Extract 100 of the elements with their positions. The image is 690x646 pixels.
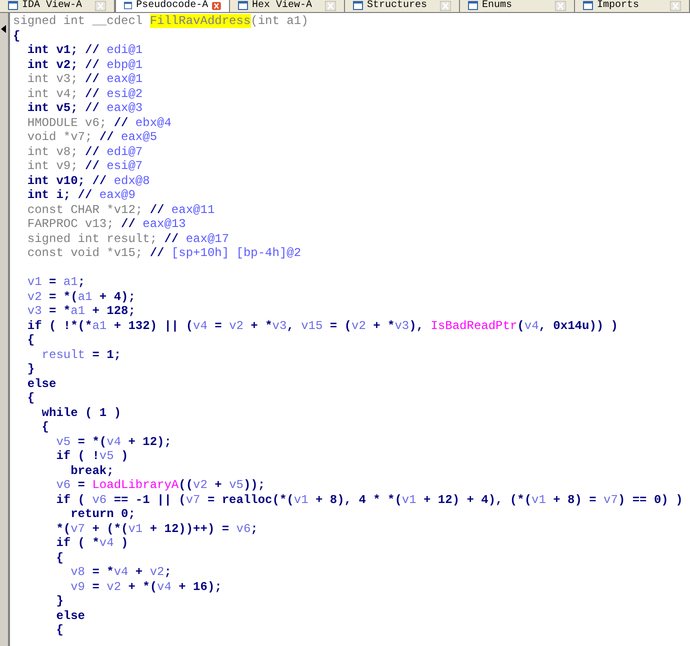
variable-name: v2 (26, 290, 42, 304)
code-comment: [sp+10h] [bp-4h]@2 (170, 246, 302, 260)
variable-name: v1 (532, 492, 546, 506)
code-text: int v9; (26, 159, 78, 173)
code-text: = *( (48, 290, 78, 304)
code-text: + 8) = (552, 492, 598, 506)
variable-name: v9 (70, 580, 86, 594)
tab[interactable]: Imports (575, 0, 690, 12)
code-text: = * (91, 565, 114, 579)
code-text: if ( (55, 492, 86, 506)
variable-name: a1 (92, 318, 107, 332)
close-icon[interactable] (440, 0, 451, 10)
tab-label: Imports (597, 0, 640, 11)
code-text: const void *v15; (26, 246, 143, 260)
code-text: else (26, 376, 56, 390)
code-text: return 0; (70, 507, 136, 521)
tab[interactable]: Structures (345, 0, 460, 12)
code-text: else (55, 608, 86, 622)
code-comment: esi@2 (106, 86, 143, 100)
code-text: int v10; // (26, 174, 107, 188)
variable-name: v1 (26, 275, 42, 289)
tab-label: Enums (482, 0, 514, 11)
variable-name: v7 (186, 492, 200, 506)
code-text: + (134, 565, 144, 579)
function-name: IsBadReadPtr (430, 318, 518, 332)
code-text: = (214, 318, 223, 332)
code-comment: ebx@4 (134, 116, 172, 130)
variable-name: v15 (301, 318, 323, 332)
variable-name: a1 (63, 275, 78, 289)
code-text: = ( (328, 318, 352, 332)
window-icon (353, 1, 363, 10)
tab-label: Structures (367, 0, 428, 11)
code-text: + 4); (98, 290, 136, 304)
tab-label: Pseudocode-A (136, 0, 208, 11)
code-text: // (84, 159, 100, 173)
code-text: void *v7; (26, 130, 92, 144)
code-text: + (*( (91, 522, 128, 536)
code-comment: eax@9 (98, 188, 136, 202)
code-text: if ( !*(* (26, 318, 92, 332)
code-text: // (120, 217, 136, 231)
code-text: const CHAR *v12; (26, 202, 143, 216)
variable-name: v1 (402, 492, 416, 506)
code-text: int v3; (26, 72, 78, 86)
code-text: ), (409, 318, 425, 332)
code-comment: eax@11 (170, 202, 215, 216)
code-text: = *( (76, 434, 107, 448)
tab-label: IDA View-A (22, 0, 84, 11)
code-text: + *( (127, 580, 158, 594)
variable-name: v2 (352, 318, 366, 332)
code-comment: eax@3 (106, 101, 143, 115)
code-text: + * (372, 318, 395, 332)
close-icon[interactable] (670, 0, 681, 10)
close-icon[interactable] (95, 0, 106, 10)
code-text: // (84, 86, 100, 100)
tab[interactable]: IDA View-A (0, 0, 115, 12)
tab[interactable]: Pseudocode-A (115, 0, 230, 12)
code-text: break; (70, 464, 114, 478)
variable-name: v3 (26, 304, 42, 318)
code-text: // (112, 116, 128, 130)
tab[interactable]: Hex View-A (230, 0, 345, 12)
code-text: HMODULE v6; (26, 116, 107, 130)
window-icon (583, 1, 593, 10)
variable-name: v4 (157, 580, 172, 594)
variable-name: v1 (294, 492, 308, 506)
code-text: // (163, 232, 179, 246)
code-text: { (26, 391, 35, 405)
arrow-left-icon (1, 25, 7, 33)
variable-name: v2 (150, 565, 164, 579)
code-text: )); (243, 478, 266, 492)
close-icon[interactable] (325, 0, 336, 10)
code-text: (( (178, 478, 194, 492)
code-text: int i; // (26, 188, 92, 202)
function-name: FillRavAddress (150, 14, 251, 28)
code-text: // (84, 144, 100, 158)
code-text: { (55, 550, 64, 564)
variable-name: a1 (78, 290, 92, 304)
window-icon (468, 1, 478, 10)
variable-name: v8 (70, 565, 86, 579)
tab[interactable]: Enums (460, 0, 575, 12)
code-text: ; (250, 522, 258, 536)
variable-name: v4 (114, 565, 128, 579)
code-comment: edi@7 (106, 144, 143, 158)
variable-name: v6 (236, 522, 251, 536)
variable-name: v4 (106, 434, 122, 448)
code-text: , 0x14u)) ) (538, 318, 618, 332)
code-text: // (148, 246, 164, 260)
code-text: = (48, 275, 58, 289)
code-comment: esi@7 (106, 159, 143, 173)
code-text: = (91, 580, 100, 594)
code-text: + 12))++) = (148, 522, 230, 536)
variable-name: v6 (55, 478, 71, 492)
code-text: signed int result; (26, 232, 158, 246)
code-text: { (40, 420, 50, 434)
code-text: ) == 0) ) (618, 492, 683, 506)
close-icon[interactable] (555, 0, 566, 10)
variable-name: v1 (128, 522, 143, 536)
code-text: = (76, 478, 86, 492)
variable-name: v6 (92, 492, 107, 506)
code-text: ; (164, 565, 172, 579)
variable-name: v4 (193, 318, 208, 332)
